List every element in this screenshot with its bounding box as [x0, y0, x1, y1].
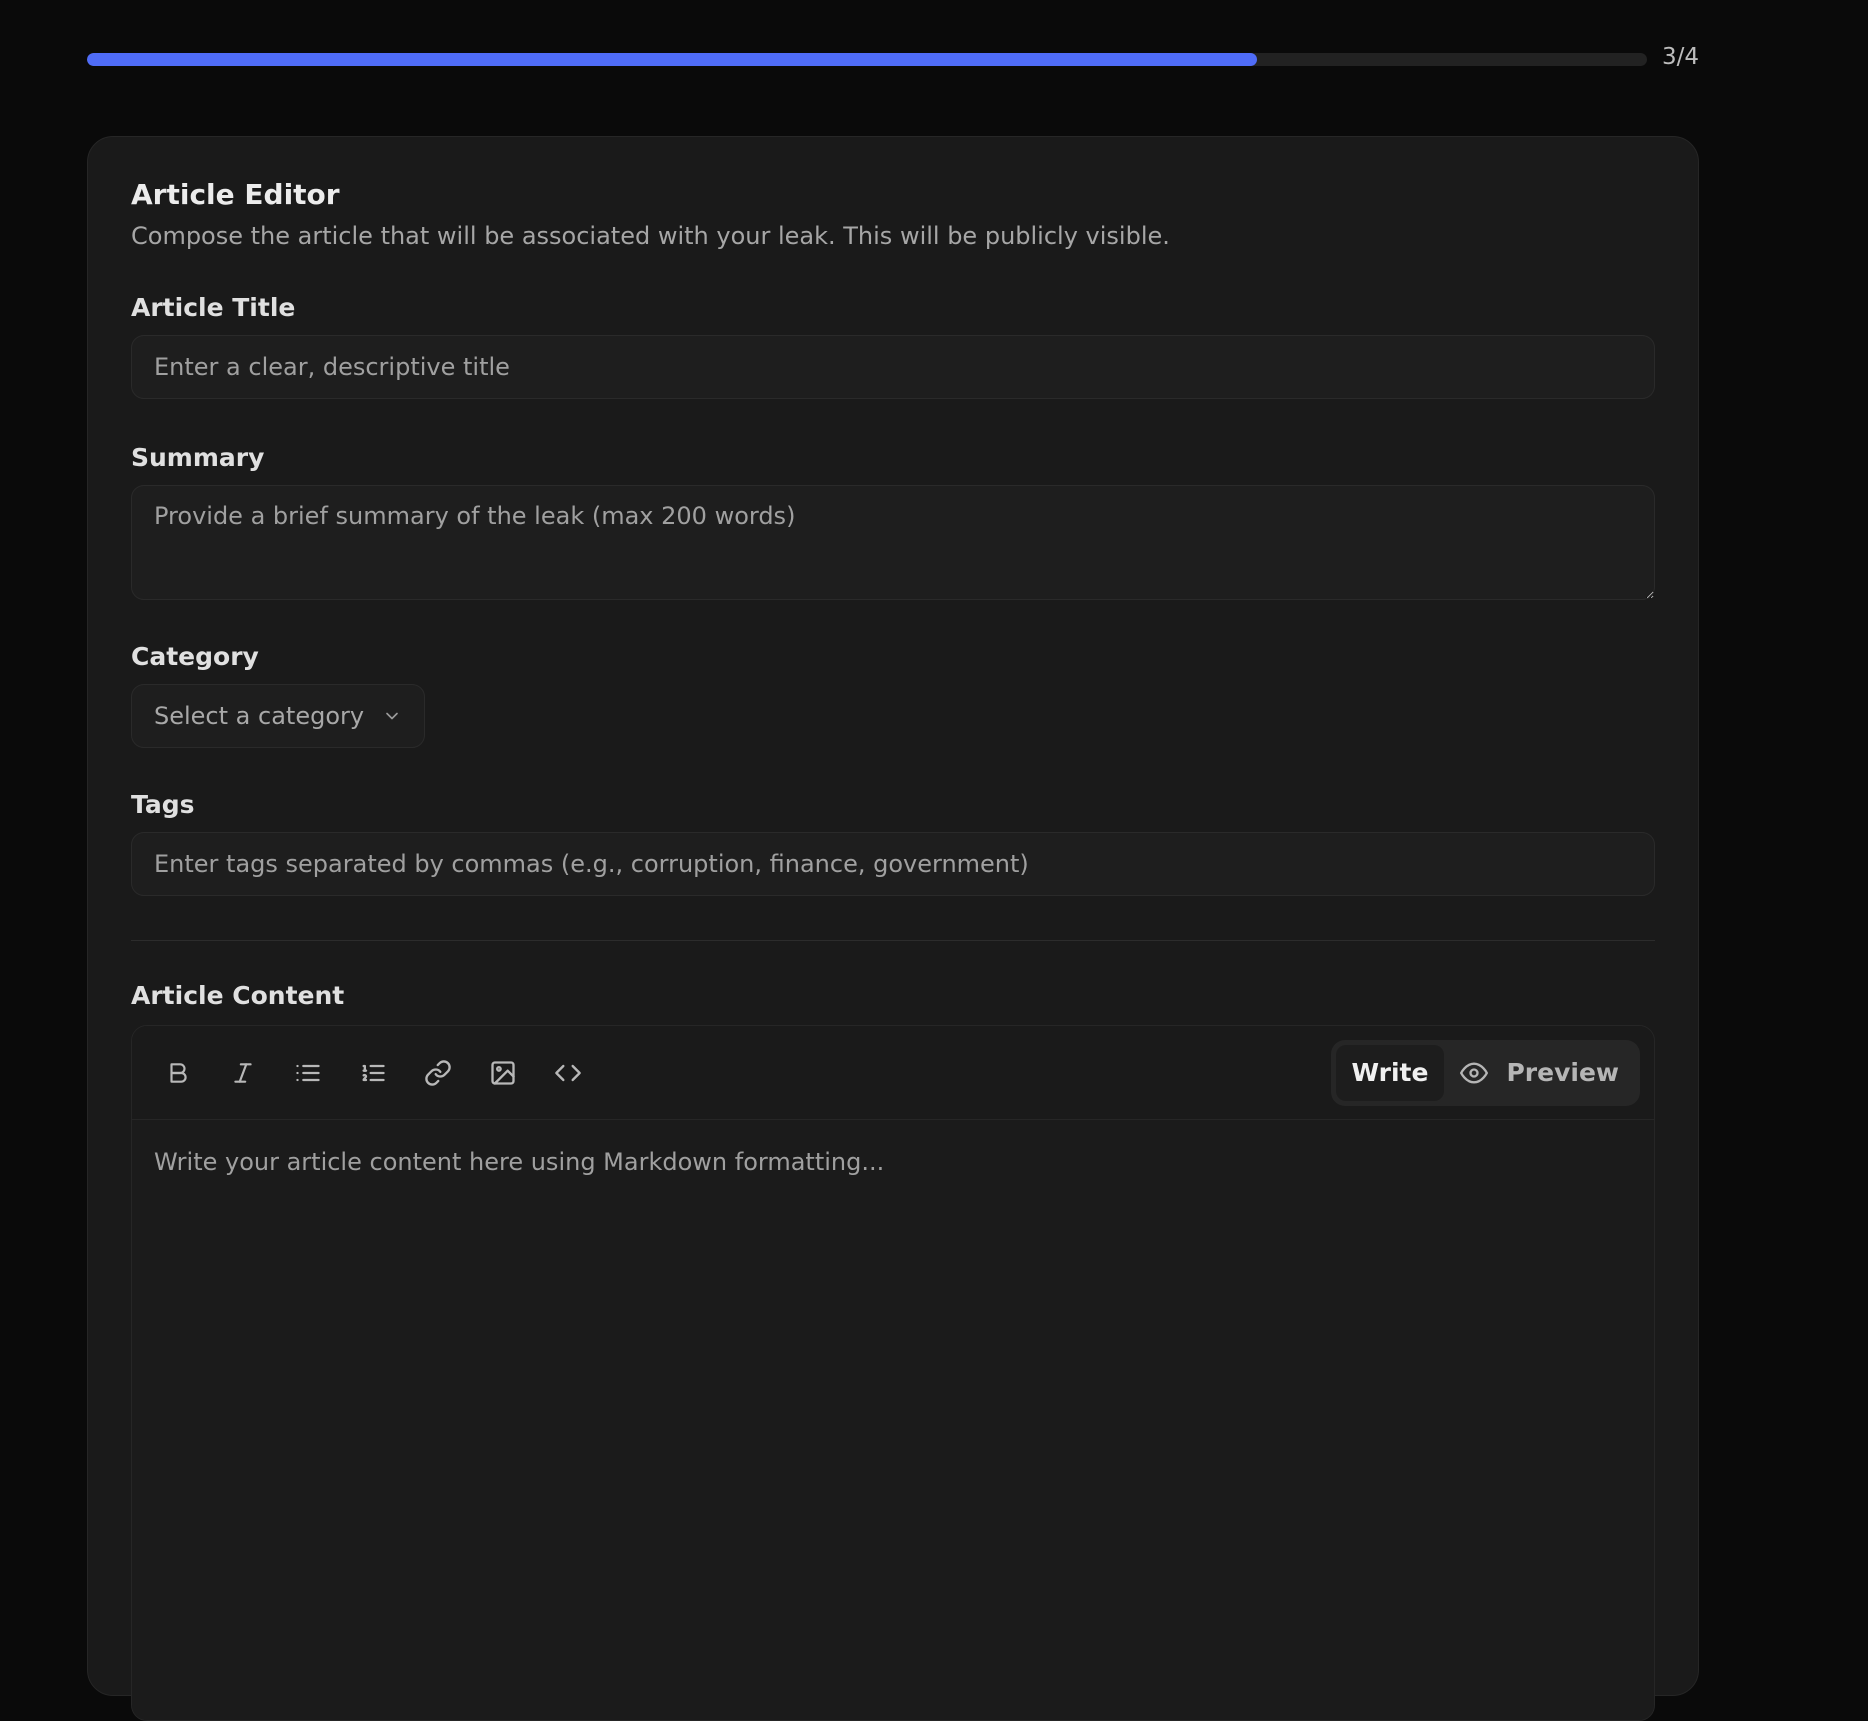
write-tab-label: Write: [1351, 1058, 1429, 1087]
bulleted-list-button[interactable]: [284, 1049, 332, 1097]
numbered-list-button[interactable]: [349, 1049, 397, 1097]
article-content-label: Article Content: [131, 981, 345, 1010]
image-button[interactable]: [479, 1049, 527, 1097]
link-icon: [425, 1059, 451, 1086]
bold-button[interactable]: [154, 1049, 202, 1097]
progress-track: [87, 53, 1647, 66]
chevron-down-icon: [386, 712, 398, 720]
content-field-group: Article Content Write Preview Write your…: [131, 979, 1655, 1721]
title-field-group: Article Title: [131, 291, 1655, 399]
editor-mode-switch: Write Preview: [1330, 1039, 1640, 1106]
tags-field-group: Tags: [131, 788, 1655, 896]
article-title-label: Article Title: [131, 293, 296, 322]
markdown-editor: Write Preview Write your article content…: [131, 1025, 1655, 1721]
section-divider: [131, 940, 1655, 941]
tags-label: Tags: [131, 790, 195, 819]
category-select-value: Select a category: [154, 702, 365, 730]
progress-indicator: 3/4: [87, 42, 1699, 76]
progress-fill: [87, 53, 1257, 66]
card-description: Compose the article that will be associa…: [131, 222, 1170, 250]
bulleted-list-icon: [296, 1064, 320, 1081]
numbered-list-icon: [362, 1064, 385, 1081]
editor-toolbar: Write Preview: [132, 1026, 1654, 1120]
code-button[interactable]: [544, 1049, 592, 1097]
preview-tab-label: Preview: [1506, 1058, 1619, 1087]
write-tab[interactable]: Write: [1335, 1044, 1445, 1101]
code-icon: [555, 1064, 581, 1081]
article-editor-card: Article Editor Compose the article that …: [87, 136, 1699, 1721]
preview-tab[interactable]: Preview: [1444, 1045, 1635, 1101]
category-field-group: Category Select a category: [131, 640, 1655, 748]
image-icon: [491, 1060, 515, 1085]
category-label: Category: [131, 642, 259, 671]
tags-input[interactable]: [131, 832, 1655, 896]
article-content-textarea[interactable]: Write your article content here using Ma…: [132, 1120, 1654, 1720]
editor-placeholder: Write your article content here using Ma…: [154, 1148, 885, 1176]
summary-label: Summary: [131, 443, 265, 472]
card-title: Article Editor: [131, 178, 340, 211]
italic-icon: [234, 1062, 252, 1083]
progress-step-label: 3/4: [1661, 44, 1699, 70]
category-select[interactable]: Select a category: [131, 684, 426, 748]
bold-icon: [170, 1062, 187, 1083]
article-title-input[interactable]: [131, 335, 1655, 399]
summary-field-group: Summary: [131, 441, 1655, 600]
summary-textarea[interactable]: [131, 485, 1655, 600]
eye-icon: [1460, 1062, 1489, 1083]
link-button[interactable]: [414, 1049, 462, 1097]
formatting-tools: [154, 1049, 609, 1097]
italic-button[interactable]: [219, 1049, 267, 1097]
